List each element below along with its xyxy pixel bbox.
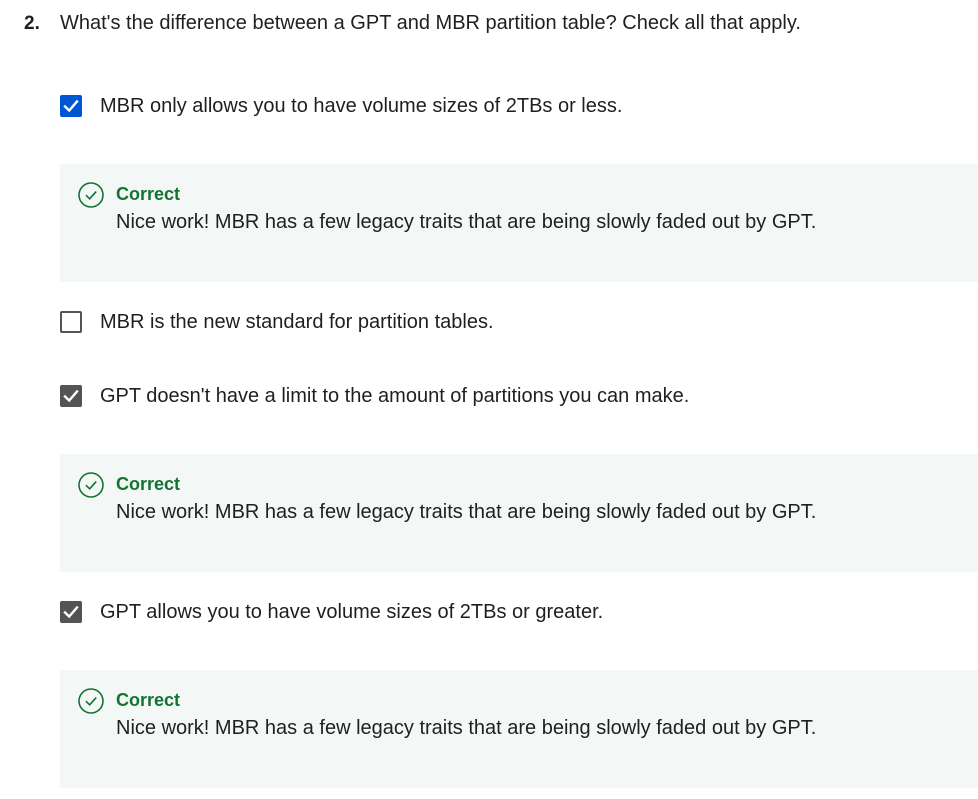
option-label: MBR is the new standard for partition ta… xyxy=(100,310,494,333)
feedback-title: Correct xyxy=(116,184,181,204)
question-number: 2. xyxy=(24,13,40,34)
feedback-text: Nice work! MBR has a few legacy traits t… xyxy=(116,717,817,739)
correct-check-circle-icon xyxy=(78,182,104,208)
feedback-correct: Correct Nice work! MBR has a few legacy … xyxy=(60,454,978,572)
feedback-correct: Correct Nice work! MBR has a few legacy … xyxy=(60,164,978,282)
answer-option-3[interactable]: GPT doesn't have a limit to the amount o… xyxy=(60,383,689,409)
answer-option-1[interactable]: MBR only allows you to have volume sizes… xyxy=(60,93,622,119)
feedback-correct: Correct Nice work! MBR has a few legacy … xyxy=(60,670,978,788)
feedback-title: Correct xyxy=(116,690,181,710)
checkbox-checked[interactable] xyxy=(60,601,82,623)
option-label: GPT doesn't have a limit to the amount o… xyxy=(100,384,690,407)
question-header: 2. What's the difference between a GPT a… xyxy=(24,12,801,35)
option-label: MBR only allows you to have volume sizes… xyxy=(100,94,623,117)
feedback-text: Nice work! MBR has a few legacy traits t… xyxy=(116,501,817,523)
question-text: What's the difference between a GPT and … xyxy=(60,12,801,34)
checkmark-icon xyxy=(63,389,79,403)
checkmark-icon xyxy=(63,99,79,113)
checkmark-icon xyxy=(63,605,79,619)
quiz-question: 2. What's the difference between a GPT a… xyxy=(0,0,978,799)
checkbox-checked[interactable] xyxy=(60,385,82,407)
answer-option-4[interactable]: GPT allows you to have volume sizes of 2… xyxy=(60,599,603,625)
correct-check-circle-icon xyxy=(78,688,104,714)
feedback-title: Correct xyxy=(116,474,181,494)
answer-option-2[interactable]: MBR is the new standard for partition ta… xyxy=(60,309,494,335)
option-label: GPT allows you to have volume sizes of 2… xyxy=(100,600,604,623)
correct-check-circle-icon xyxy=(78,472,104,498)
checkbox-checked[interactable] xyxy=(60,95,82,117)
checkbox-unchecked[interactable] xyxy=(60,311,82,333)
feedback-text: Nice work! MBR has a few legacy traits t… xyxy=(116,211,817,233)
